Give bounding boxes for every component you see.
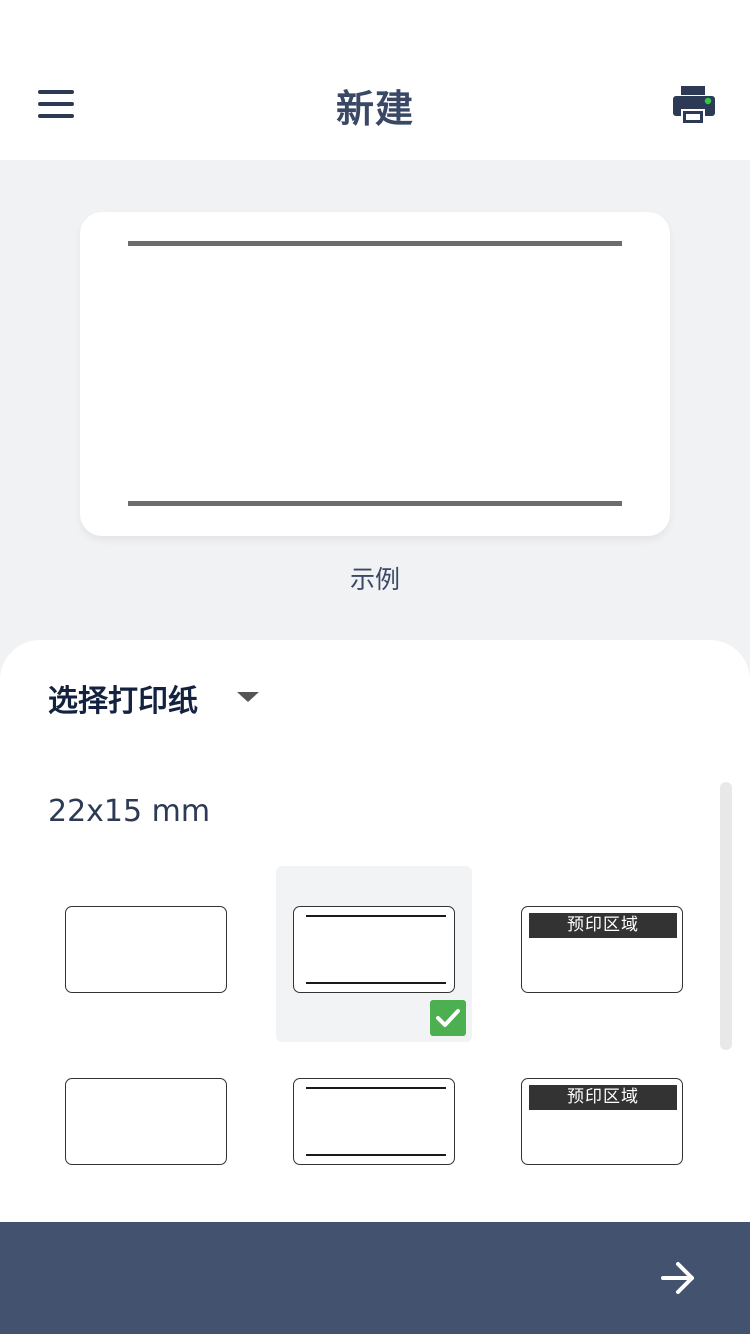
checkmark-icon (430, 1000, 466, 1036)
paper-selector-label[interactable]: 选择打印纸 (48, 676, 198, 720)
paper-option-preprinted[interactable]: 预印区域 (521, 906, 683, 993)
paper-option-preprinted[interactable]: 预印区域 (521, 1078, 683, 1165)
page-title: 新建 (335, 87, 414, 131)
bottom-action-bar (0, 1222, 750, 1334)
paper-option-two-lines[interactable] (293, 906, 455, 993)
label-preview-card (80, 212, 670, 536)
options-scrollbar[interactable] (720, 782, 732, 1050)
paper-option-two-lines[interactable] (293, 1078, 455, 1165)
preview-caption: 示例 (349, 565, 400, 594)
preview-bottom-line (128, 501, 622, 506)
preview-top-line (128, 241, 622, 246)
preprinted-area-label: 预印区域 (529, 1085, 677, 1110)
preprinted-area-label: 预印区域 (529, 913, 677, 938)
arrow-right-icon[interactable] (656, 1258, 700, 1298)
paper-option-plain[interactable] (65, 906, 227, 993)
printer-status-dot (704, 97, 712, 105)
paper-size-label: 22x15 mm (48, 794, 211, 829)
chevron-down-icon[interactable] (237, 692, 259, 702)
paper-option-plain[interactable] (65, 1078, 227, 1165)
paper-selection-sheet: 选择打印纸 22x15 mm 预印区域 预印区域 (0, 640, 750, 1240)
printer-icon[interactable] (670, 84, 718, 126)
app-header: 新建 (0, 0, 750, 160)
